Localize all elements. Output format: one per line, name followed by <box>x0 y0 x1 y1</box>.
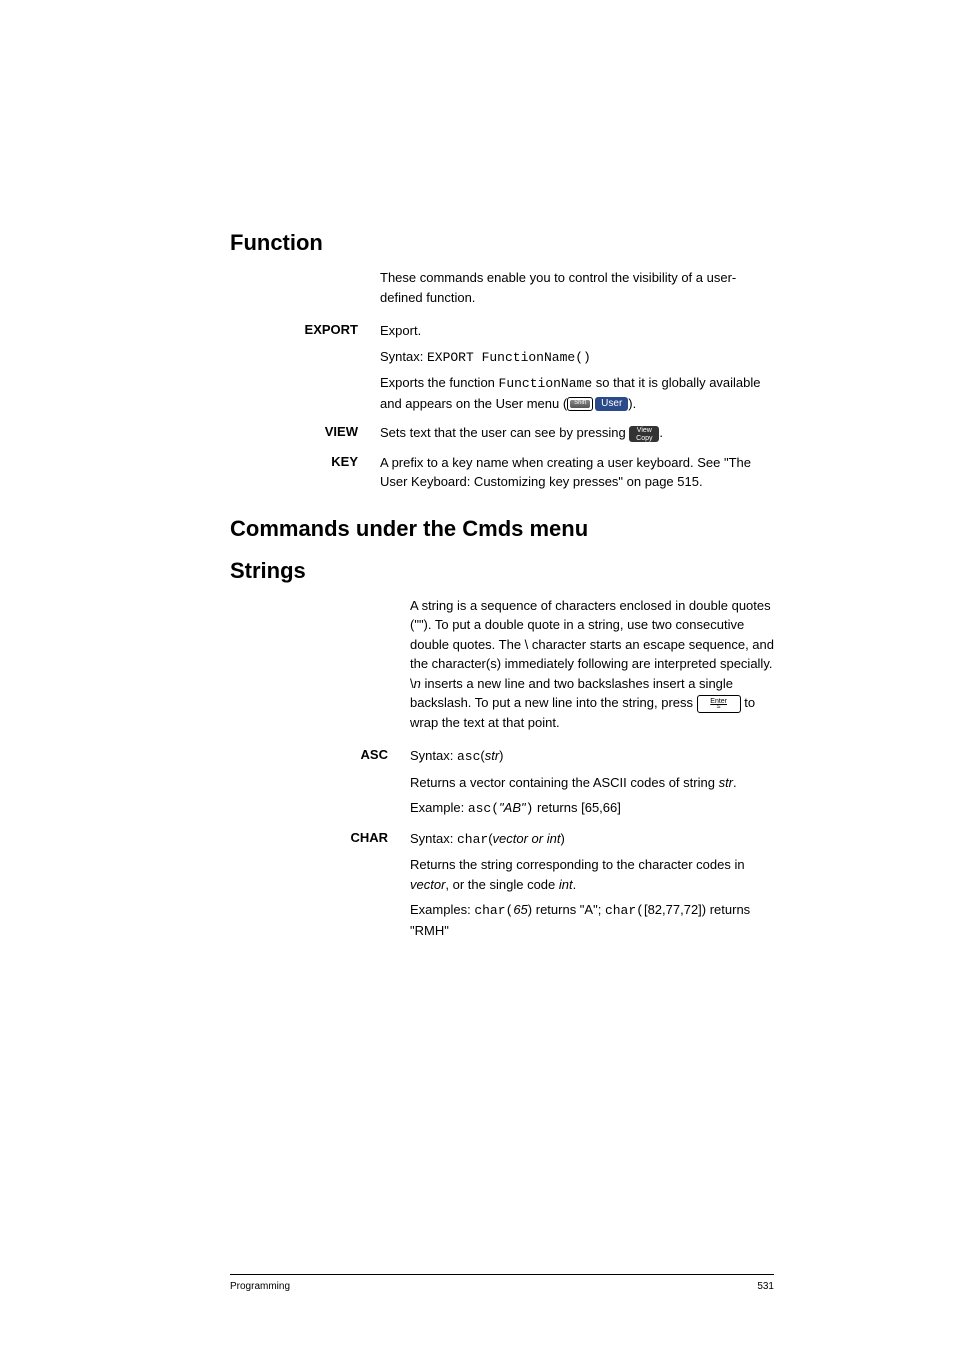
char-syntax-label: Syntax: <box>410 831 457 846</box>
export-p3-c: ). <box>628 396 636 411</box>
char-close: ) <box>560 831 564 846</box>
strings-intro-n: n <box>414 676 421 691</box>
syntax-label: Syntax: <box>380 349 427 364</box>
asc-ex-b: returns [65,66] <box>533 800 620 815</box>
export-p1: Export. <box>380 321 774 341</box>
strings-intro-b: inserts a new line and two backslashes i… <box>410 676 733 711</box>
export-syntax-code: EXPORT FunctionName() <box>427 350 591 365</box>
export-p3-code: FunctionName <box>499 376 593 391</box>
enter-key-icon <box>697 695 741 713</box>
char-code: char <box>457 832 488 847</box>
asc-arg: str <box>485 748 499 763</box>
entry-label-view: VIEW <box>230 423 380 443</box>
footer-section-name: Programming <box>230 1281 290 1292</box>
asc-p2-a: Returns a vector containing the ASCII co… <box>410 775 719 790</box>
asc-p1: Syntax: asc(str) <box>410 746 774 767</box>
export-p2: Syntax: EXPORT FunctionName() <box>380 347 774 368</box>
char-p1: Syntax: char(vector or int) <box>410 829 774 850</box>
char-p2-a: Returns the string corresponding to the … <box>410 857 745 872</box>
char-examples-label: Examples: <box>410 902 474 917</box>
section-heading-strings: Strings <box>230 558 774 584</box>
asc-p2-arg: str <box>719 775 733 790</box>
asc-close: ) <box>499 748 503 763</box>
entry-body-char: Syntax: char(vector or int) Returns the … <box>410 829 774 941</box>
view-p1-end: . <box>659 425 663 440</box>
entry-char: CHAR Syntax: char(vector or int) Returns… <box>230 829 774 941</box>
asc-ex-code: asc( <box>468 801 499 816</box>
view-copy-key-icon: ViewCopy <box>629 426 659 442</box>
strings-intro: A string is a sequence of characters enc… <box>410 596 774 733</box>
section-heading-commands: Commands under the Cmds menu <box>230 516 774 542</box>
key-p1: A prefix to a key name when creating a u… <box>380 453 774 492</box>
char-ex-code2: char( <box>605 903 644 918</box>
char-p2-arg1: vector <box>410 877 445 892</box>
entry-body-key: A prefix to a key name when creating a u… <box>380 453 774 492</box>
char-p2: Returns the string corresponding to the … <box>410 855 774 894</box>
asc-syntax-label: Syntax: <box>410 748 457 763</box>
shift-user-keys: User <box>567 397 628 411</box>
char-p3: Examples: char(65) returns "A"; char([82… <box>410 900 774 940</box>
page-number: 531 <box>757 1281 774 1292</box>
asc-p3: Example: asc("AB") returns [65,66] <box>410 798 774 819</box>
entry-body-asc: Syntax: asc(str) Returns a vector contai… <box>410 746 774 819</box>
asc-code: asc <box>457 749 480 764</box>
entry-label-char: CHAR <box>230 829 410 941</box>
char-ex-code1: char( <box>474 903 513 918</box>
char-p2-b: , or the single code <box>445 877 558 892</box>
char-arg: vector or int <box>493 831 561 846</box>
entry-label-asc: ASC <box>230 746 410 819</box>
shift-key-icon <box>567 397 593 411</box>
char-p2-arg2: int <box>559 877 573 892</box>
char-ex-mid: ) returns "A"; <box>528 902 605 917</box>
asc-p2-b: . <box>733 775 737 790</box>
char-p2-c: . <box>573 877 577 892</box>
view-p1-text: Sets text that the user can see by press… <box>380 425 629 440</box>
entry-asc: ASC Syntax: asc(str) Returns a vector co… <box>230 746 774 819</box>
entry-body-view: Sets text that the user can see by press… <box>380 423 774 443</box>
export-p3-a: Exports the function <box>380 375 499 390</box>
entry-view: VIEW Sets text that the user can see by … <box>230 423 774 443</box>
page-footer: Programming 531 <box>230 1274 774 1292</box>
entry-body-export: Export. Syntax: EXPORT FunctionName() Ex… <box>380 321 774 413</box>
asc-p2: Returns a vector containing the ASCII co… <box>410 773 774 793</box>
entry-label-key: KEY <box>230 453 380 492</box>
entry-key: KEY A prefix to a key name when creating… <box>230 453 774 492</box>
asc-example-label: Example: <box>410 800 468 815</box>
user-key-icon: User <box>595 397 628 411</box>
section-heading-function: Function <box>230 230 774 256</box>
function-intro: These commands enable you to control the… <box>380 268 774 307</box>
entry-export: EXPORT Export. Syntax: EXPORT FunctionNa… <box>230 321 774 413</box>
export-p3: Exports the function FunctionName so tha… <box>380 373 774 413</box>
char-ex-arg1: 65 <box>513 902 527 917</box>
entry-label-export: EXPORT <box>230 321 380 413</box>
asc-ex-arg: "AB" <box>499 800 526 815</box>
view-p1: Sets text that the user can see by press… <box>380 423 774 443</box>
